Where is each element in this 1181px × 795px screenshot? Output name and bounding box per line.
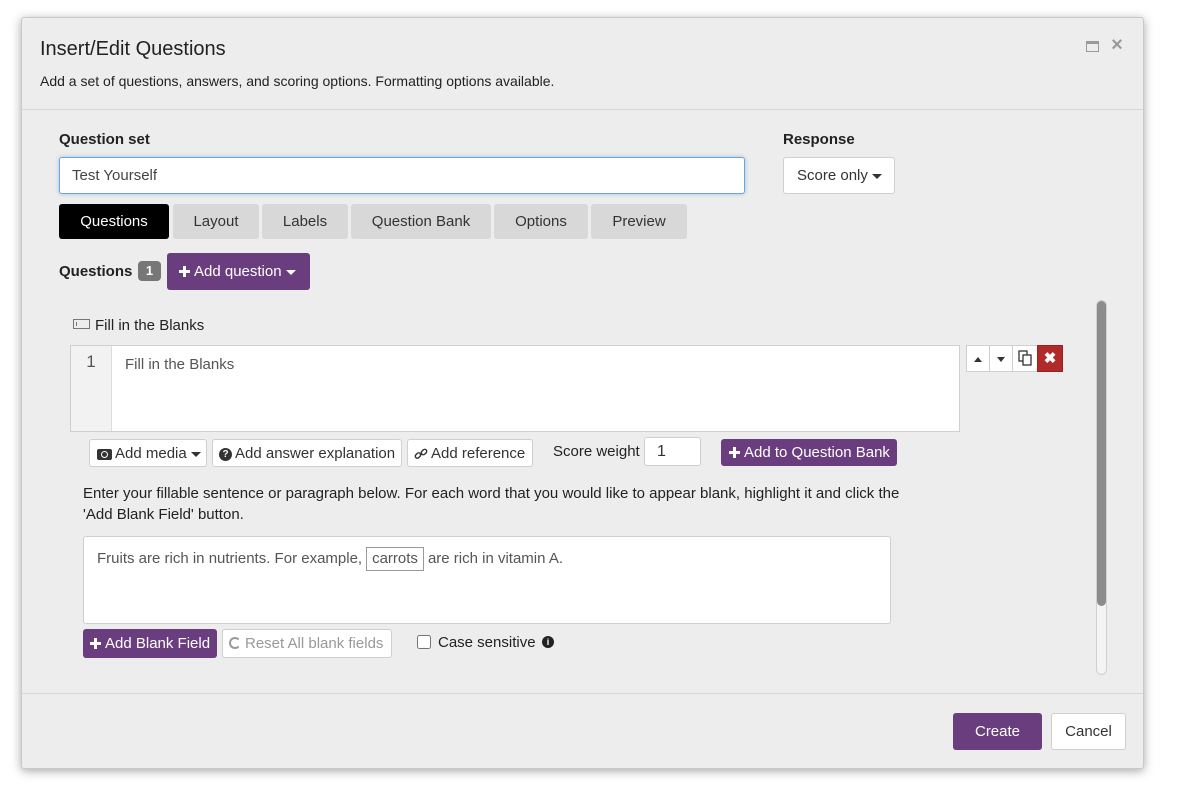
- create-button[interactable]: Create: [953, 713, 1042, 750]
- add-to-question-bank-button[interactable]: Add to Question Bank: [721, 439, 897, 466]
- duplicate-button[interactable]: [1012, 345, 1038, 372]
- blank-field[interactable]: carrots: [366, 547, 424, 571]
- tab-labels[interactable]: Labels: [262, 204, 348, 239]
- add-reference-button[interactable]: Add reference: [407, 439, 533, 467]
- question-circle-icon: ?: [219, 447, 232, 461]
- maximize-icon[interactable]: [1085, 39, 1101, 55]
- caret-down-icon: [871, 173, 882, 179]
- case-sensitive-checkbox[interactable]: [417, 635, 431, 649]
- text-field-icon: [73, 319, 90, 329]
- reset-blank-fields-button[interactable]: Reset All blank fields: [222, 629, 392, 658]
- question-count-badge: 1: [138, 261, 161, 281]
- move-up-button[interactable]: [966, 345, 990, 372]
- link-icon: [414, 448, 428, 459]
- question-type-label: Fill in the Blanks: [73, 317, 204, 334]
- tab-options[interactable]: Options: [494, 204, 588, 239]
- add-answer-explanation-button[interactable]: ? Add answer explanation: [212, 439, 402, 467]
- move-down-button[interactable]: [989, 345, 1013, 372]
- scrollbar-thumb[interactable]: [1097, 301, 1106, 606]
- reset-label: Reset All blank fields: [245, 635, 384, 652]
- tab-questions[interactable]: Questions: [59, 204, 169, 239]
- insert-edit-questions-dialog: Insert/Edit Questions Add a set of quest…: [21, 17, 1144, 769]
- fill-instructions: Enter your fillable sentence or paragrap…: [83, 485, 900, 523]
- tab-layout[interactable]: Layout: [173, 204, 259, 239]
- question-type-text: Fill in the Blanks: [95, 317, 205, 334]
- question-text-editor[interactable]: 1 Fill in the Blanks: [70, 345, 960, 432]
- question-set-label: Question set: [59, 131, 150, 148]
- add-explanation-label: Add answer explanation: [235, 445, 396, 462]
- copy-icon: [1018, 350, 1032, 366]
- score-weight-label: Score weight: [553, 443, 640, 460]
- add-question-label: Add question: [194, 263, 282, 280]
- plus-icon: [179, 266, 190, 277]
- response-selected-value: Score only: [797, 167, 868, 184]
- tab-question-bank[interactable]: Question Bank: [351, 204, 491, 239]
- add-blank-label: Add Blank Field: [105, 635, 211, 652]
- camera-icon: [97, 448, 112, 460]
- cancel-button[interactable]: Cancel: [1051, 713, 1126, 750]
- caret-up-icon: [974, 357, 982, 362]
- tab-preview[interactable]: Preview: [591, 204, 687, 239]
- delete-question-button[interactable]: ✖: [1037, 345, 1063, 372]
- refresh-icon: [229, 637, 241, 649]
- close-icon[interactable]: ×: [1109, 35, 1125, 55]
- question-number: 1: [71, 346, 112, 431]
- dialog-header: Insert/Edit Questions Add a set of quest…: [22, 18, 1143, 110]
- caret-down-icon: [285, 269, 296, 275]
- caret-down-icon: [997, 357, 1005, 362]
- response-dropdown[interactable]: Score only: [783, 157, 895, 194]
- close-icon: ✖: [1043, 350, 1057, 367]
- score-weight-input[interactable]: [644, 437, 701, 466]
- sentence-after: are rich in vitamin A.: [427, 550, 563, 567]
- plus-icon: [729, 447, 740, 458]
- dialog-subtitle: Add a set of questions, answers, and sco…: [40, 73, 555, 89]
- add-media-button[interactable]: Add media: [89, 439, 207, 467]
- info-icon[interactable]: i: [542, 636, 554, 648]
- add-to-bank-label: Add to Question Bank: [744, 444, 890, 461]
- fill-sentence-editor[interactable]: Fruits are rich in nutrients. For exampl…: [83, 536, 891, 624]
- questions-label: Questions: [59, 263, 133, 280]
- caret-down-icon: [190, 451, 201, 457]
- question-text[interactable]: Fill in the Blanks: [125, 356, 234, 373]
- sentence-before: Fruits are rich in nutrients. For exampl…: [97, 550, 363, 567]
- case-sensitive-label: Case sensitive: [438, 634, 536, 651]
- plus-icon: [90, 638, 101, 649]
- add-reference-label: Add reference: [431, 445, 526, 462]
- add-question-button[interactable]: Add question: [167, 253, 310, 290]
- add-media-label: Add media: [115, 445, 187, 462]
- add-blank-field-button[interactable]: Add Blank Field: [83, 629, 217, 658]
- question-set-input[interactable]: [59, 157, 745, 194]
- dialog-title: Insert/Edit Questions: [40, 38, 226, 60]
- response-label: Response: [783, 131, 855, 148]
